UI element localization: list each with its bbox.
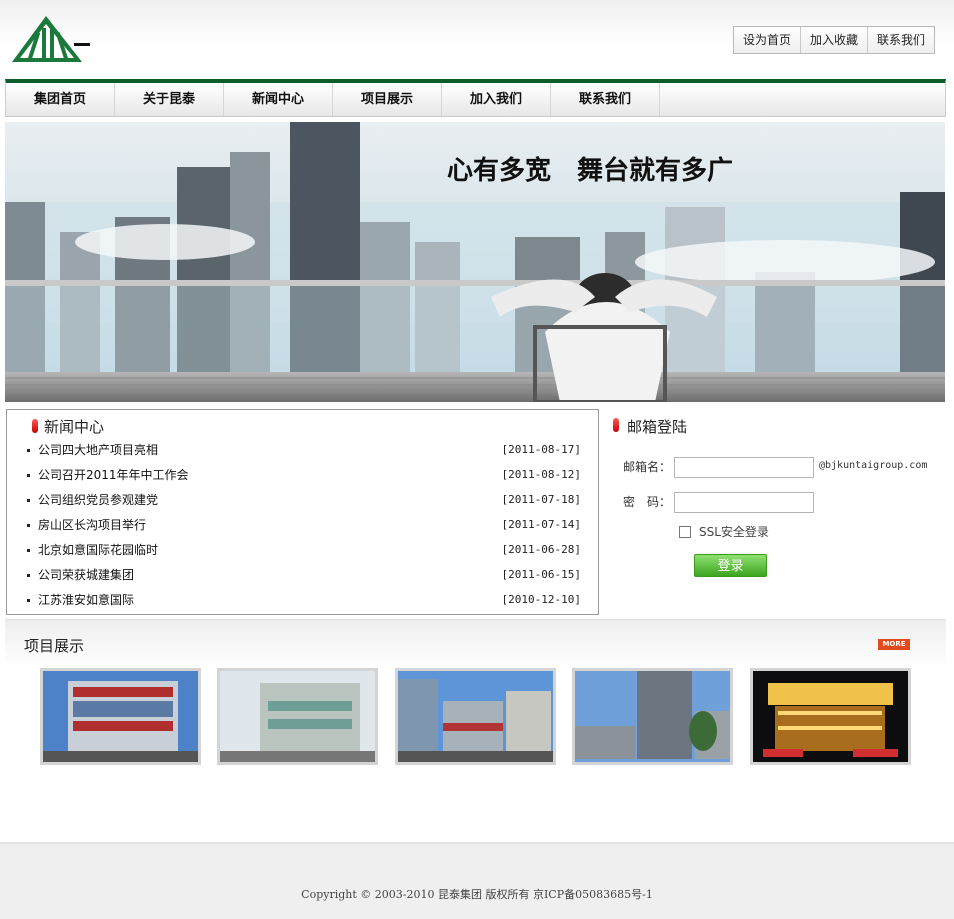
add-favorite-link[interactable]: 加入收藏	[800, 27, 867, 53]
project-thumbnail[interactable]	[40, 668, 201, 765]
banner-slogan: 心有多宽 舞台就有多广	[447, 156, 734, 186]
main-nav: 集团首页 关于昆泰 新闻中心 项目展示 加入我们 联系我们	[5, 79, 946, 117]
news-item[interactable]: 公司荣获城建集团 [2011-06-15]	[27, 565, 581, 590]
news-item-title[interactable]: 公司召开2011年年中工作会	[38, 465, 189, 485]
bullet-icon	[27, 574, 30, 577]
bullet-icon	[27, 499, 30, 502]
nav-item-join[interactable]: 加入我们	[442, 83, 551, 116]
bullet-icon	[27, 474, 30, 477]
news-item-date: [2011-08-17]	[501, 443, 581, 456]
password-field[interactable]	[674, 492, 814, 513]
news-item-title[interactable]: 北京如意国际花园临时	[38, 540, 158, 560]
news-item[interactable]: 公司组织党员参观建党 [2011-07-18]	[27, 490, 581, 515]
email-label: 邮箱名：	[623, 460, 672, 474]
news-item[interactable]: 江苏淮安如意国际 [2010-12-10]	[27, 590, 581, 615]
project-thumbnail[interactable]	[395, 668, 556, 765]
login-title: 邮箱登陆	[627, 418, 688, 436]
ssl-label[interactable]: SSL安全登录	[699, 523, 769, 540]
news-item-title[interactable]: 公司荣获城建集团	[38, 565, 134, 585]
login-button[interactable]: 登录	[694, 554, 767, 577]
news-item-date: [2011-07-18]	[501, 493, 581, 506]
copyright-text: Copyright © 2003-2010 昆泰集团 版权所有 京ICP备050…	[301, 888, 653, 901]
nav-item-contact[interactable]: 联系我们	[551, 83, 660, 116]
more-button[interactable]: MORE	[878, 639, 910, 650]
news-item-title[interactable]: 房山区长沟项目举行	[38, 515, 146, 535]
email-field[interactable]	[674, 457, 814, 478]
news-list: 公司四大地产项目亮相 [2011-08-17] 公司召开2011年年中工作会 [20…	[27, 440, 581, 615]
hero-banner: 心有多宽 舞台就有多广	[5, 122, 945, 402]
company-logo[interactable]	[10, 12, 92, 64]
news-item-date: [2011-06-28]	[501, 543, 581, 556]
nav-item-about[interactable]: 关于昆泰	[115, 83, 224, 116]
set-homepage-link[interactable]: 设为首页	[734, 27, 800, 53]
section-marker-icon	[32, 419, 38, 433]
news-item-date: [2010-12-10]	[501, 593, 581, 606]
project-gallery	[40, 668, 914, 765]
news-item-date: [2011-07-14]	[501, 518, 581, 531]
contact-us-link[interactable]: 联系我们	[867, 27, 934, 53]
projects-header: 项目展示 MORE	[5, 619, 946, 668]
bullet-icon	[27, 599, 30, 602]
password-label: 密 码：	[623, 495, 672, 509]
news-title: 新闻中心	[44, 418, 105, 436]
news-item-date: [2011-06-15]	[501, 568, 581, 581]
section-marker-icon	[613, 418, 619, 432]
nav-item-home[interactable]: 集团首页	[6, 83, 115, 116]
nav-item-projects[interactable]: 项目展示	[333, 83, 442, 116]
top-links: 设为首页 加入收藏 联系我们	[733, 26, 936, 54]
news-item-title[interactable]: 公司四大地产项目亮相	[38, 440, 158, 460]
footer: Copyright © 2003-2010 昆泰集团 版权所有 京ICP备050…	[0, 842, 954, 919]
nav-item-news[interactable]: 新闻中心	[224, 83, 333, 116]
project-thumbnail[interactable]	[572, 668, 733, 765]
news-item-date: [2011-08-12]	[501, 468, 581, 481]
news-item[interactable]: 公司四大地产项目亮相 [2011-08-17]	[27, 440, 581, 465]
news-item-title[interactable]: 江苏淮安如意国际	[38, 590, 134, 610]
news-panel: 新闻中心 公司四大地产项目亮相 [2011-08-17] 公司召开2011年年中工…	[6, 409, 599, 615]
project-thumbnail[interactable]	[750, 668, 911, 765]
email-domain: @bjkuntaigroup.com	[819, 460, 928, 471]
ssl-checkbox[interactable]	[679, 526, 691, 538]
projects-title: 项目展示	[24, 637, 85, 655]
header: 设为首页 加入收藏 联系我们	[0, 0, 954, 80]
bullet-icon	[27, 549, 30, 552]
bullet-icon	[27, 449, 30, 452]
news-item[interactable]: 房山区长沟项目举行 [2011-07-14]	[27, 515, 581, 540]
project-thumbnail[interactable]	[217, 668, 378, 765]
mail-login-panel: 邮箱登陆 邮箱名： @bjkuntaigroup.com 密 码： SSL安全登…	[605, 409, 945, 613]
news-item[interactable]: 北京如意国际花园临时 [2011-06-28]	[27, 540, 581, 565]
bullet-icon	[27, 524, 30, 527]
news-item[interactable]: 公司召开2011年年中工作会 [2011-08-12]	[27, 465, 581, 490]
news-item-title[interactable]: 公司组织党员参观建党	[38, 490, 158, 510]
